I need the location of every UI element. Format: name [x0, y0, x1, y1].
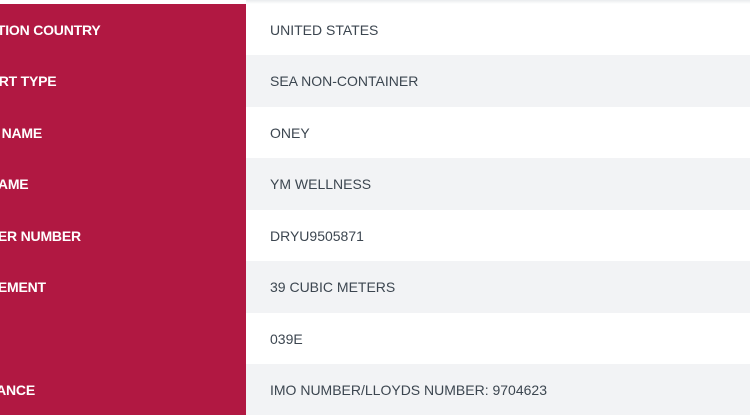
table-row: NER NUMBER DRYU9505871	[0, 210, 750, 262]
row-value-cell: IMO NUMBER/LLOYDS NUMBER: 9704623	[246, 364, 750, 415]
row-value-cell: 39 CUBIC METERS	[246, 261, 750, 313]
row-value: UNITED STATES	[270, 22, 379, 38]
row-label-cell: VANCE	[0, 364, 246, 415]
row-label-cell: NAME	[0, 158, 246, 210]
row-label-cell: ORT TYPE	[0, 55, 246, 107]
row-label-cell: REMENT	[0, 261, 246, 313]
row-value: DRYU9505871	[270, 228, 364, 244]
row-label-cell: NER NUMBER	[0, 210, 246, 262]
row-value-cell: 039E	[246, 313, 750, 365]
table-row: 039E	[0, 313, 750, 365]
table-row: ORT TYPE SEA NON-CONTAINER	[0, 55, 750, 107]
row-label: R NAME	[0, 125, 43, 141]
row-label-cell	[0, 313, 246, 365]
row-label: ATION COUNTRY	[0, 22, 101, 38]
row-value-cell: YM WELLNESS	[246, 158, 750, 210]
row-value-cell: SEA NON-CONTAINER	[246, 55, 750, 107]
row-label: NER NUMBER	[0, 228, 81, 244]
row-value: 039E	[270, 331, 303, 347]
row-value-cell: UNITED STATES	[246, 4, 750, 56]
row-label: REMENT	[0, 279, 46, 295]
row-label: VANCE	[0, 382, 35, 398]
row-value: IMO NUMBER/LLOYDS NUMBER: 9704623	[270, 382, 547, 398]
row-value: SEA NON-CONTAINER	[270, 73, 419, 89]
row-label-cell: R NAME	[0, 107, 246, 159]
row-value-cell: DRYU9505871	[246, 210, 750, 262]
row-value-cell: ONEY	[246, 107, 750, 159]
row-label-cell: ATION COUNTRY	[0, 4, 246, 56]
table-row: NAME YM WELLNESS	[0, 158, 750, 210]
row-label: ORT TYPE	[0, 73, 57, 89]
row-label: NAME	[0, 176, 29, 192]
table-row: ATION COUNTRY UNITED STATES	[0, 4, 750, 56]
table-row: VANCE IMO NUMBER/LLOYDS NUMBER: 9704623	[0, 364, 750, 415]
table-row: R NAME ONEY	[0, 107, 750, 159]
row-value: 39 CUBIC METERS	[270, 279, 396, 295]
row-value: YM WELLNESS	[270, 176, 372, 192]
shipment-details-table: ATION COUNTRY UNITED STATES ORT TYPE SEA…	[0, 0, 750, 415]
row-value: ONEY	[270, 125, 310, 141]
table-row: REMENT 39 CUBIC METERS	[0, 261, 750, 313]
